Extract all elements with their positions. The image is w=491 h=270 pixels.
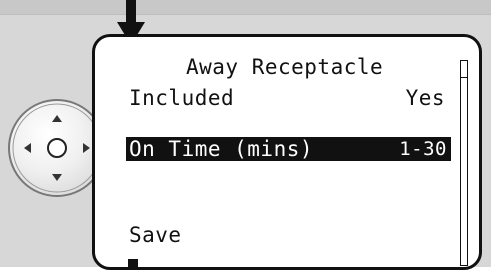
screen-title: Away Receptacle	[186, 55, 384, 79]
scrollbar-thumb[interactable]	[460, 60, 468, 78]
dpad-down-icon[interactable]	[52, 174, 62, 181]
dpad-up-icon[interactable]	[52, 115, 62, 122]
scrollbar-track[interactable]	[460, 60, 468, 266]
included-value[interactable]: Yes	[406, 86, 445, 110]
included-label[interactable]: Included	[129, 86, 234, 110]
save-option[interactable]: Save	[129, 223, 182, 247]
scrollbar[interactable]	[457, 60, 469, 266]
panel-top-band	[0, 0, 491, 15]
on-time-label: On Time (mins)	[129, 137, 314, 161]
dpad-left-icon[interactable]	[24, 143, 31, 153]
on-time-range: 1-30	[399, 138, 447, 160]
dpad-right-icon[interactable]	[83, 143, 90, 153]
screen-marker	[128, 259, 138, 267]
on-time-row-selected[interactable]: On Time (mins) 1-30	[126, 137, 451, 161]
dpad-center-button[interactable]	[47, 138, 67, 158]
